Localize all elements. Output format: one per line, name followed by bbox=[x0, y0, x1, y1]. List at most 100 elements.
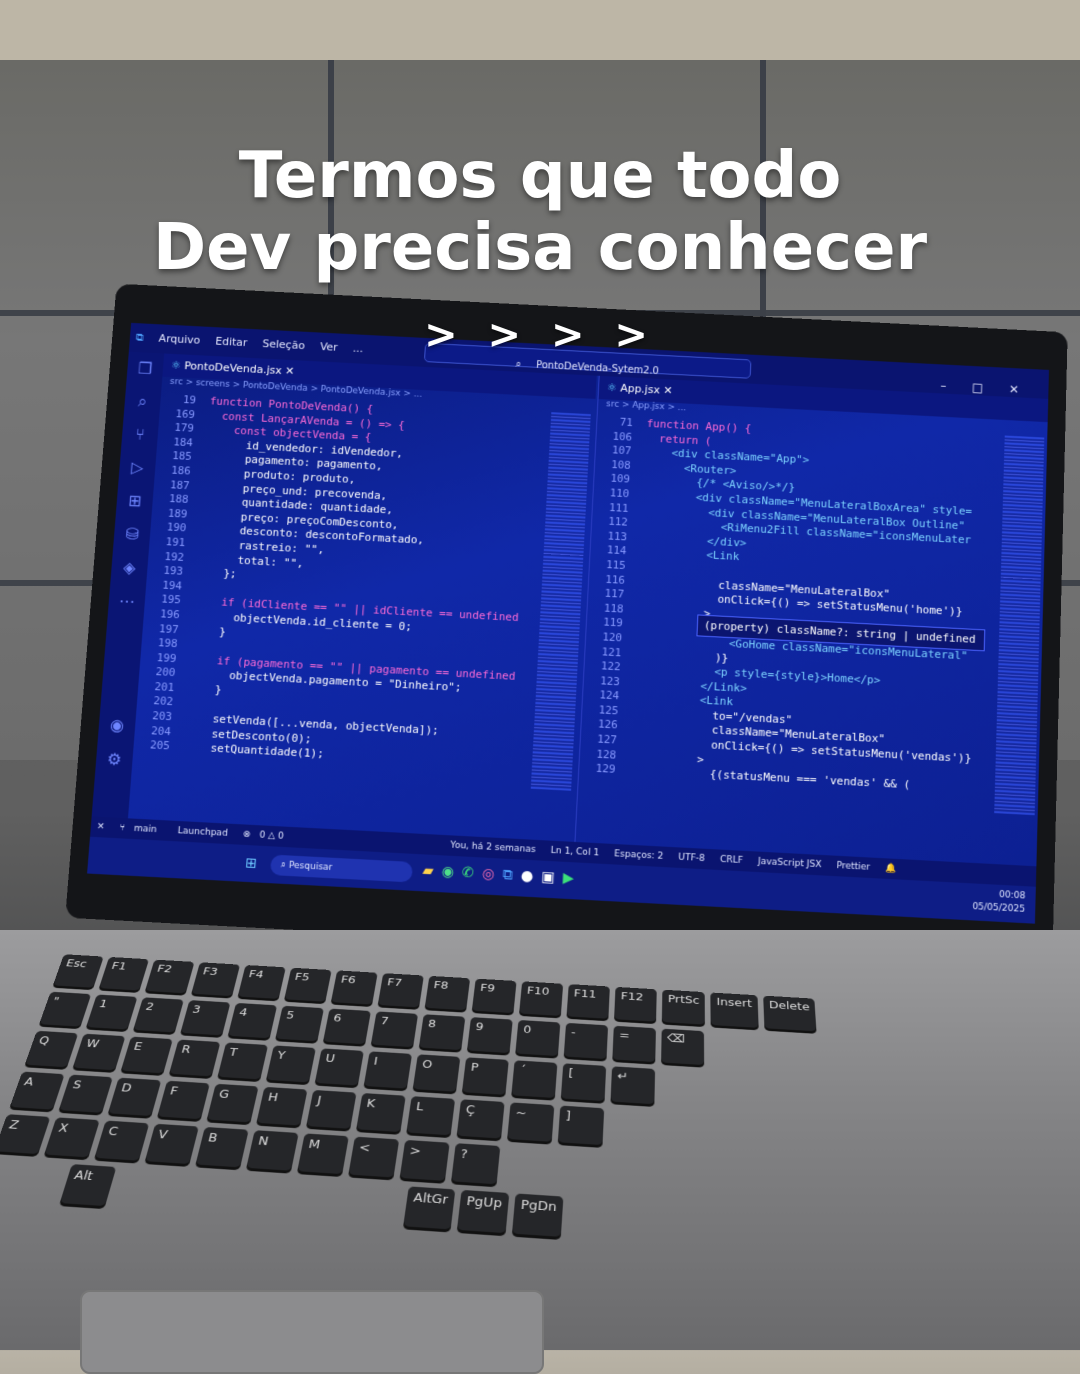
keyboard-key[interactable]: P bbox=[462, 1057, 509, 1095]
database-icon[interactable]: ⛁ bbox=[113, 517, 151, 552]
keyboard-key[interactable]: Delete bbox=[763, 996, 817, 1032]
keyboard-key[interactable]: F bbox=[157, 1081, 210, 1120]
keyboard-key[interactable]: S bbox=[59, 1075, 113, 1113]
keyboard-key[interactable]: 5 bbox=[275, 1006, 324, 1042]
touchpad[interactable] bbox=[80, 1290, 544, 1374]
minimize-icon[interactable]: – bbox=[940, 379, 960, 394]
taskbar-search[interactable]: ⌕ Pesquisar bbox=[270, 855, 413, 883]
keyboard-key[interactable]: ? bbox=[451, 1143, 500, 1184]
cursor-position-status[interactable]: Ln 1, Col 1 bbox=[550, 846, 599, 859]
whatsapp-icon[interactable]: ✆ bbox=[462, 865, 483, 882]
keyboard-key[interactable]: 4 bbox=[228, 1003, 277, 1038]
keyboard-key[interactable]: PgUp bbox=[457, 1190, 509, 1233]
keyboard-key[interactable]: Ç bbox=[457, 1099, 505, 1138]
keyboard-key[interactable]: G bbox=[207, 1084, 259, 1123]
keyboard-key[interactable]: F1 bbox=[99, 957, 149, 991]
keyboard-key[interactable]: > bbox=[400, 1140, 450, 1181]
keyboard-key[interactable]: < bbox=[348, 1137, 399, 1178]
keyboard-key[interactable]: 1 bbox=[86, 994, 137, 1029]
keyboard-key[interactable]: = bbox=[612, 1026, 656, 1062]
keyboard-key[interactable]: K bbox=[356, 1093, 406, 1132]
more-icon[interactable]: ⋯ bbox=[108, 584, 147, 620]
bell-icon[interactable]: 🔔 bbox=[885, 863, 897, 874]
keyboard-key[interactable]: F4 bbox=[238, 965, 286, 999]
git-blame-status[interactable]: You, há 2 semanas bbox=[450, 840, 536, 855]
keyboard-key[interactable]: F9 bbox=[472, 979, 517, 1013]
keyboard-key[interactable]: W bbox=[73, 1034, 126, 1071]
encoding-status[interactable]: UTF-8 bbox=[678, 853, 705, 865]
language-status[interactable]: JavaScript JSX bbox=[758, 857, 822, 871]
keyboard-key[interactable]: - bbox=[564, 1023, 608, 1059]
keyboard-key[interactable]: M bbox=[297, 1133, 349, 1174]
keyboard-key[interactable]: PrtSc bbox=[662, 990, 706, 1025]
keyboard-key[interactable]: ⌫ bbox=[661, 1029, 704, 1065]
keyboard-key[interactable]: F6 bbox=[331, 970, 378, 1004]
keyboard-key[interactable]: N bbox=[246, 1130, 298, 1171]
keyboard-key[interactable]: R bbox=[169, 1040, 220, 1077]
keyboard-key[interactable]: B bbox=[196, 1127, 249, 1167]
keyboard-key[interactable]: PgDn bbox=[512, 1193, 564, 1236]
keyboard-key[interactable]: X bbox=[44, 1117, 100, 1157]
extensions-icon[interactable]: ⊞ bbox=[116, 484, 154, 519]
keyboard-key[interactable]: U bbox=[315, 1048, 364, 1085]
keyboard-key[interactable]: C bbox=[94, 1121, 149, 1161]
branch-status[interactable]: ⑂ main bbox=[119, 823, 163, 835]
notion-icon[interactable]: ▣ bbox=[541, 869, 563, 887]
keyboard-key[interactable]: Alt bbox=[60, 1164, 117, 1206]
keyboard-key[interactable]: 9 bbox=[467, 1017, 513, 1053]
keyboard-key[interactable]: F7 bbox=[378, 973, 424, 1007]
terminal-icon[interactable]: ▶ bbox=[562, 870, 582, 887]
keyboard-key[interactable]: Y bbox=[266, 1045, 316, 1082]
keyboard-key[interactable]: F8 bbox=[425, 976, 470, 1010]
keyboard-key[interactable]: [ bbox=[561, 1063, 606, 1101]
keyboard-key[interactable]: O bbox=[413, 1054, 461, 1091]
keyboard-key[interactable]: AltGr bbox=[403, 1186, 455, 1229]
keyboard-key[interactable]: F5 bbox=[284, 968, 331, 1002]
keyboard-key[interactable]: H bbox=[256, 1087, 307, 1126]
layers-icon[interactable]: ◈ bbox=[110, 550, 148, 585]
keyboard-key[interactable]: 3 bbox=[180, 1000, 230, 1035]
keyboard-key[interactable]: T bbox=[218, 1042, 269, 1079]
eol-status[interactable]: CRLF bbox=[720, 855, 743, 866]
remote-icon[interactable]: ✕ bbox=[96, 822, 104, 833]
close-icon[interactable]: ✕ bbox=[1009, 382, 1033, 397]
run-debug-icon[interactable]: ▷ bbox=[118, 450, 156, 485]
problems-status[interactable]: ⊗ 0 △ 0 bbox=[242, 830, 290, 843]
indentation-status[interactable]: Espaços: 2 bbox=[614, 849, 663, 862]
keyboard-key[interactable]: ~ bbox=[507, 1102, 554, 1141]
close-tab-icon[interactable]: ✕ bbox=[285, 365, 295, 378]
vscode-taskbar-icon[interactable]: ⧉ bbox=[502, 867, 521, 884]
maximize-icon[interactable]: □ bbox=[972, 380, 997, 395]
keyboard-key[interactable]: L bbox=[406, 1096, 455, 1135]
keyboard-key[interactable]: F2 bbox=[145, 960, 194, 994]
keyboard-key[interactable]: F12 bbox=[614, 987, 657, 1022]
tab-pontodevenda[interactable]: PontoDeVenda.jsx bbox=[184, 359, 282, 377]
account-icon[interactable]: ◉ bbox=[98, 707, 137, 743]
keyboard-key[interactable]: Z bbox=[0, 1114, 50, 1154]
keyboard-key[interactable]: F11 bbox=[567, 984, 610, 1019]
file-explorer-icon[interactable]: ▰ bbox=[422, 863, 442, 880]
right-code-editor[interactable]: 71 function App() {106 return (107 <div c… bbox=[579, 415, 1048, 800]
keyboard-key[interactable]: 7 bbox=[371, 1011, 418, 1047]
tab-app[interactable]: App.jsx bbox=[620, 382, 660, 397]
keyboard-key[interactable]: 2 bbox=[133, 997, 184, 1032]
keyboard-key[interactable]: 8 bbox=[419, 1014, 466, 1050]
left-code-editor[interactable]: 19 function PontoDeVenda() {169 const Lan… bbox=[133, 392, 595, 776]
keyboard-key[interactable]: 0 bbox=[515, 1020, 560, 1056]
close-tab-icon[interactable]: ✕ bbox=[663, 384, 673, 397]
instagram-icon[interactable]: ◎ bbox=[482, 866, 503, 883]
settings-gear-icon[interactable]: ⚙ bbox=[95, 742, 134, 778]
keyboard-key[interactable]: 6 bbox=[323, 1009, 371, 1045]
prettier-status[interactable]: Prettier bbox=[836, 861, 870, 873]
keyboard-key[interactable]: ] bbox=[558, 1106, 604, 1146]
keyboard-key[interactable]: D bbox=[108, 1078, 161, 1116]
keyboard-key[interactable]: F10 bbox=[519, 981, 563, 1016]
browser-icon[interactable]: ◉ bbox=[441, 864, 462, 881]
keyboard-key[interactable]: I bbox=[364, 1051, 412, 1088]
keyboard-key[interactable]: J bbox=[306, 1090, 356, 1129]
system-clock[interactable]: 00:08 05/05/2025 bbox=[972, 888, 1025, 917]
keyboard-key[interactable]: V bbox=[145, 1124, 199, 1164]
keyboard-key[interactable]: ↵ bbox=[611, 1066, 656, 1104]
launchpad-status[interactable]: Launchpad bbox=[177, 826, 228, 839]
source-control-icon[interactable]: ⑂ bbox=[121, 417, 159, 452]
